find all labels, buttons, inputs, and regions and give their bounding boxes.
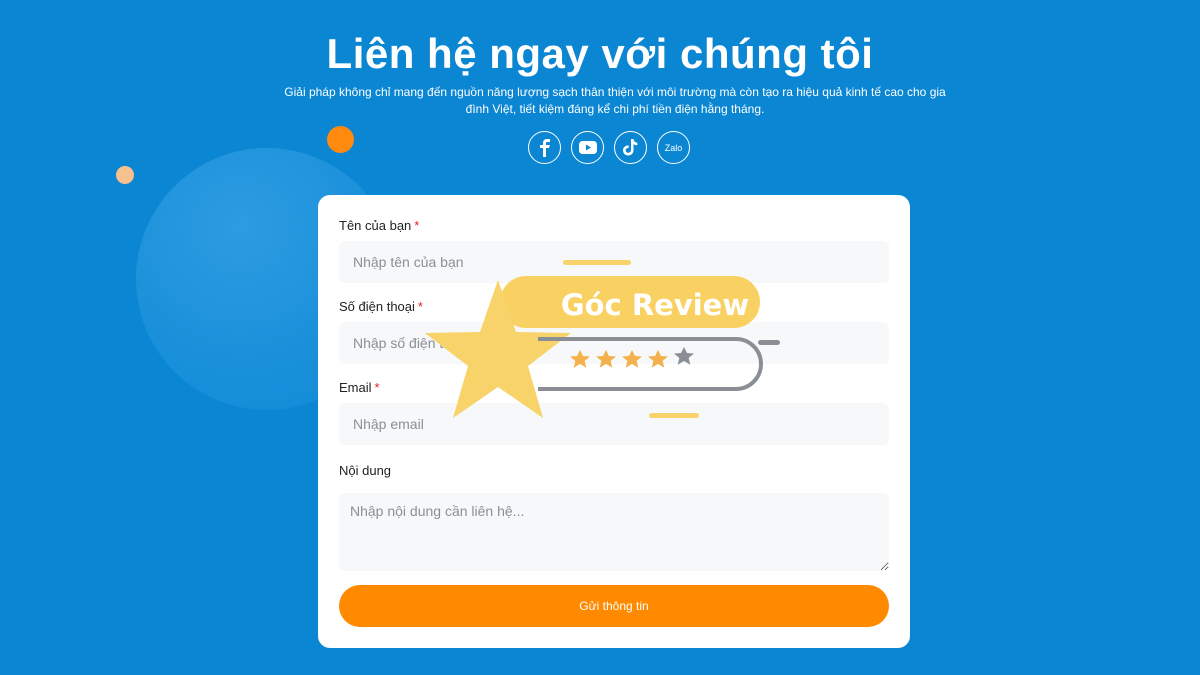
- zalo-icon[interactable]: Zalo: [657, 131, 690, 164]
- name-input[interactable]: [339, 241, 889, 283]
- social-links: Zalo: [528, 131, 690, 164]
- contact-form-card: Tên của bạn* Số điện thoại* Email* Nội d…: [318, 195, 910, 648]
- youtube-icon[interactable]: [571, 131, 604, 164]
- name-label: Tên của bạn *: [339, 218, 419, 233]
- email-input[interactable]: [339, 403, 889, 445]
- name-label-text: Tên của bạn: [339, 218, 412, 233]
- decorative-dot-peach: [116, 166, 134, 184]
- phone-label-text: Số điện thoại: [339, 299, 415, 314]
- zalo-label: Zalo: [664, 142, 683, 153]
- required-mark: *: [414, 218, 420, 233]
- content-textarea[interactable]: [339, 493, 889, 571]
- content-label: Nội dung: [339, 463, 392, 478]
- email-label: Email *: [339, 380, 380, 395]
- facebook-icon[interactable]: [528, 131, 561, 164]
- phone-input[interactable]: [339, 322, 889, 364]
- required-mark: *: [417, 299, 423, 314]
- tiktok-icon[interactable]: [614, 131, 647, 164]
- phone-label: Số điện thoại *: [339, 299, 423, 314]
- page-subtitle: Giải pháp không chỉ mang đến nguồn năng …: [284, 85, 946, 116]
- email-label-text: Email: [339, 380, 372, 395]
- submit-button[interactable]: Gửi thông tin: [339, 585, 889, 627]
- required-mark: *: [374, 380, 380, 395]
- page-title: Liên hệ ngay với chúng tôi: [326, 30, 874, 77]
- decorative-dot-orange: [327, 126, 354, 153]
